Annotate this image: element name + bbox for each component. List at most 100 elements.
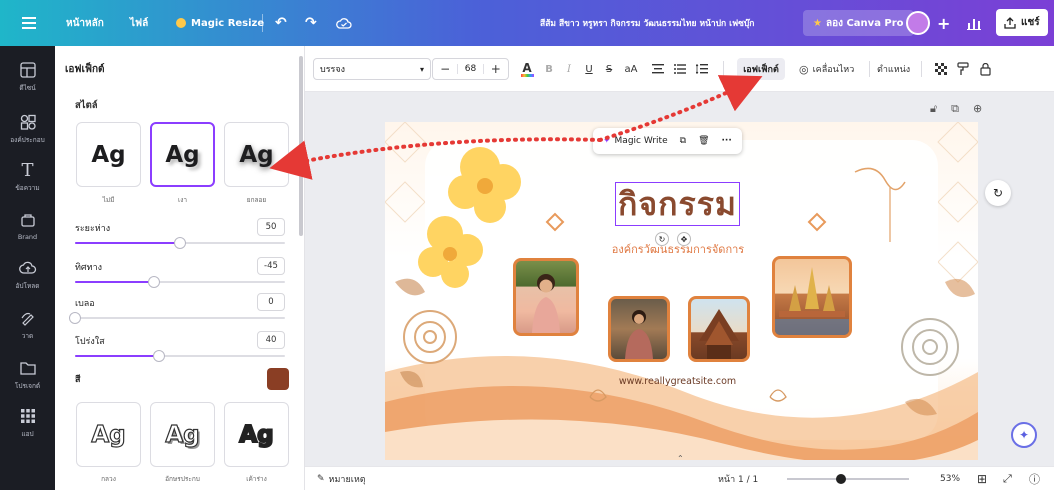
slider-knob[interactable] [153, 350, 165, 362]
blur-value[interactable]: 0 [257, 293, 285, 311]
transparency-icon[interactable] [933, 58, 949, 80]
style-shadow-tile[interactable]: Ag [150, 122, 215, 187]
bold-icon[interactable]: B [541, 58, 557, 80]
design-website[interactable]: www.reallygreatsite.com [595, 376, 760, 387]
photo-woman-2[interactable] [608, 296, 670, 362]
rail-item-design[interactable]: ดีไซน์ [0, 60, 55, 93]
magic-assistant-icon[interactable]: ✦ [1011, 422, 1037, 448]
trash-icon[interactable]: 🗑︎ [698, 136, 709, 146]
increase-size-button[interactable]: + [484, 62, 508, 76]
slider-knob[interactable] [174, 237, 186, 249]
magic-wand-icon: ✦ [603, 136, 611, 146]
case-icon[interactable]: aA [621, 58, 641, 80]
document-title[interactable]: สีส้ม สีขาว หรูหรา กิจกรรม วัฒนธรรมไทย ห… [540, 0, 754, 46]
panel-scrollbar[interactable] [299, 56, 303, 236]
avatar[interactable] [906, 0, 930, 46]
style-section-label: สไตล์ [75, 100, 98, 111]
direction-value[interactable]: -45 [257, 257, 285, 275]
add-page-icon[interactable]: ⊕ [973, 102, 982, 116]
duplicate-page-icon[interactable]: ⧉ [951, 102, 959, 116]
rail-item-draw[interactable]: วาด [0, 308, 55, 341]
canvas-workspace: 🔓︎ ⧉ ⊕ ↻ ✦ Magic Write ⧉ 🗑︎ ··· กิจกรรม … [305, 92, 1054, 466]
more-options-icon[interactable]: ··· [722, 136, 732, 146]
help-icon[interactable]: ⓘ [1029, 467, 1040, 490]
transparency-slider[interactable] [75, 350, 285, 362]
redo-icon[interactable]: ↷ [305, 0, 317, 46]
style-hollow-tile[interactable]: Ag [76, 402, 141, 467]
folder-icon [18, 358, 38, 378]
zoom-slider[interactable] [787, 474, 909, 484]
magic-write-button[interactable]: ✦ Magic Write [603, 136, 668, 146]
blur-slider[interactable] [69, 312, 285, 324]
offset-value[interactable]: 50 [257, 218, 285, 236]
rail-item-apps[interactable]: แอป [0, 406, 55, 439]
underline-icon[interactable]: U [581, 58, 597, 80]
lock-page-icon[interactable]: 🔓︎ [930, 102, 937, 116]
magic-resize-button[interactable]: Magic Resize [176, 0, 264, 46]
undo-icon[interactable]: ↶ [275, 0, 287, 46]
panel-title: เอฟเฟ็กต์ [65, 64, 105, 75]
spacing-icon[interactable] [693, 58, 711, 80]
style-lift-tile[interactable]: Ag [224, 122, 289, 187]
rail-item-projects[interactable]: โปรเจกต์ [0, 358, 55, 391]
fullscreen-icon[interactable]: ⤢ [1003, 467, 1012, 490]
decrease-size-button[interactable]: − [433, 62, 457, 76]
animate-label: เคลื่อนไหว [812, 65, 855, 75]
zoom-knob[interactable] [835, 474, 846, 484]
rail-item-uploads[interactable]: อัปโหลด [0, 258, 55, 291]
list-icon[interactable] [671, 58, 689, 80]
font-size-value[interactable]: 68 [457, 64, 484, 74]
design-page[interactable]: ✦ Magic Write ⧉ 🗑︎ ··· กิจกรรม ↻ ✥ องค์ก… [385, 122, 978, 460]
notes-label: หมายเหตุ [328, 475, 366, 485]
font-size-control[interactable]: − 68 + [432, 58, 509, 80]
text-color-button[interactable]: A [519, 58, 535, 80]
collapse-notes-icon[interactable]: ⌃ [677, 454, 684, 463]
rail-item-brand[interactable]: Brand [0, 210, 55, 241]
grid-view-icon[interactable]: ⊞ [977, 467, 987, 490]
strikethrough-icon[interactable]: S [601, 58, 617, 80]
file-menu[interactable]: ไฟล์ [130, 0, 148, 46]
italic-icon[interactable]: I [561, 58, 577, 80]
analytics-icon[interactable] [967, 0, 981, 46]
direction-slider[interactable] [75, 276, 285, 288]
paint-format-icon[interactable] [955, 58, 971, 80]
move-handle-icon[interactable]: ✥ [677, 232, 691, 246]
add-collaborator-button[interactable]: + [937, 0, 950, 46]
style-outline-tile[interactable]: Ag [224, 402, 289, 467]
align-center-icon[interactable] [649, 58, 667, 80]
style-none-tile[interactable]: Ag [76, 122, 141, 187]
slider-knob[interactable] [147, 276, 160, 288]
notes-button[interactable]: ✎ หมายเหตุ [317, 467, 366, 490]
transparency-value[interactable]: 40 [257, 331, 285, 349]
rail-label: องค์ประกอบ [10, 136, 45, 144]
home-link[interactable]: หน้าหลัก [66, 0, 104, 46]
left-rail: ดีไซน์ องค์ประกอบ T ข้อความ Brand อัปโหล… [0, 46, 55, 490]
offset-slider[interactable] [75, 237, 285, 249]
rail-item-text[interactable]: T ข้อความ [0, 160, 55, 193]
menu-icon[interactable] [22, 0, 36, 46]
rail-item-elements[interactable]: องค์ประกอบ [0, 112, 55, 145]
share-button[interactable]: แชร์ [996, 9, 1048, 36]
title-selection-box[interactable]: กิจกรรม [615, 182, 740, 226]
animate-button[interactable]: ◎ เคลื่อนไหว [799, 58, 854, 80]
photo-temple-1[interactable] [688, 296, 750, 362]
lock-icon[interactable] [977, 58, 993, 80]
rail-label: โปรเจกต์ [14, 382, 41, 390]
zoom-percent[interactable]: 53% [940, 467, 960, 490]
photo-temple-2[interactable] [772, 256, 852, 338]
font-select[interactable]: บรรจง ▾ [313, 58, 431, 80]
slider-knob[interactable] [69, 312, 81, 324]
try-pro-button[interactable]: ★ ลอง Canva Pro [803, 10, 914, 36]
refresh-icon[interactable]: ↻ [985, 180, 1011, 206]
design-title[interactable]: กิจกรรม [618, 179, 737, 230]
photo-woman-1[interactable] [513, 258, 579, 336]
lattice-pattern [385, 122, 978, 460]
position-button[interactable]: ตำแหน่ง [877, 58, 910, 80]
shadow-color-swatch[interactable] [267, 368, 289, 390]
page-indicator[interactable]: หน้า 1 / 1 [718, 467, 758, 490]
style-splice-tile[interactable]: Ag [150, 402, 215, 467]
effects-button[interactable]: เอฟเฟ็กต์ [737, 58, 785, 80]
rotate-handle-icon[interactable]: ↻ [655, 232, 669, 246]
cloud-saved-icon[interactable] [336, 0, 352, 46]
duplicate-icon[interactable]: ⧉ [680, 136, 686, 146]
